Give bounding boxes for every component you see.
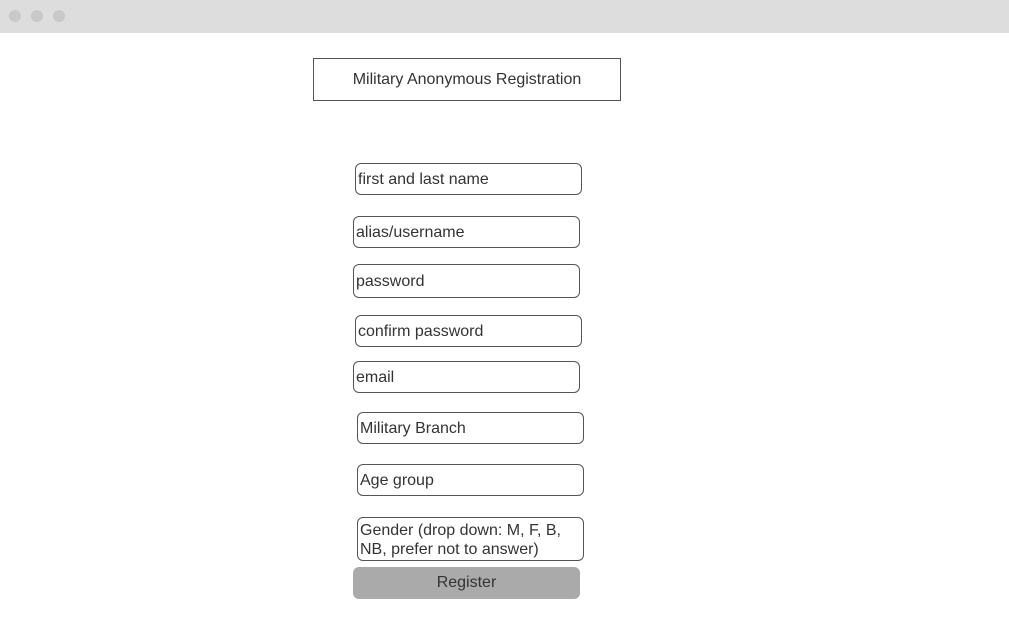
name-field[interactable]: first and last name — [355, 163, 582, 195]
email-field[interactable]: email — [353, 361, 580, 393]
page-title: Military Anonymous Registration — [313, 58, 621, 101]
password-field[interactable]: password — [353, 264, 580, 298]
username-field[interactable]: alias/username — [353, 216, 580, 248]
confirm-password-field[interactable]: confirm password — [355, 315, 582, 347]
register-button[interactable]: Register — [353, 567, 580, 599]
gender-dropdown[interactable]: Gender (drop down: M, F, B, NB, prefer n… — [357, 517, 584, 561]
military-branch-field[interactable]: Military Branch — [357, 412, 584, 444]
window-minimize-dot-icon[interactable] — [31, 10, 43, 22]
age-group-field[interactable]: Age group — [357, 464, 584, 496]
window-titlebar — [0, 0, 1009, 33]
window-maximize-dot-icon[interactable] — [53, 10, 65, 22]
window-close-dot-icon[interactable] — [9, 10, 21, 22]
